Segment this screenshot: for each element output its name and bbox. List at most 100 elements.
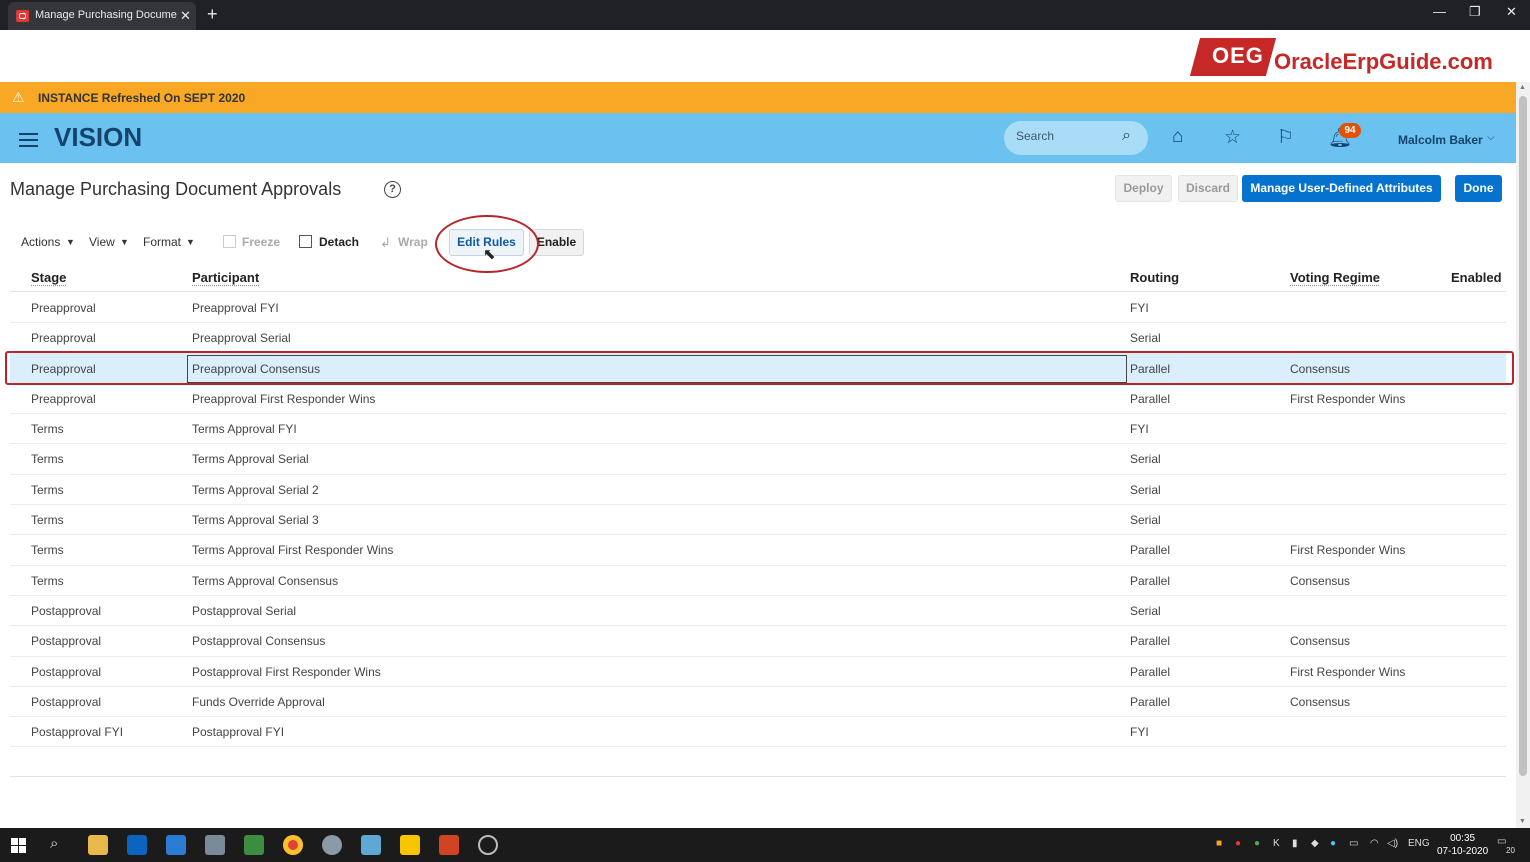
table-row[interactable]: Terms Terms Approval Consensus Parallel Con… — [10, 566, 1506, 596]
tray-shield-icon[interactable]: ■ — [1216, 838, 1222, 849]
column-header-enabled[interactable]: Enabled — [1451, 270, 1502, 285]
detach-button[interactable]: Detach — [319, 235, 359, 249]
cell-routing: Parallel — [1130, 634, 1171, 649]
restore-button[interactable]: ❐ — [1469, 4, 1481, 20]
column-header-participant[interactable]: Participant — [192, 270, 259, 285]
language-indicator[interactable]: ENG — [1408, 838, 1430, 849]
search-icon[interactable]: ⌕ — [1122, 127, 1131, 145]
table-row[interactable]: Postapproval Postapproval Consensus Parall… — [10, 626, 1506, 657]
mail-icon[interactable] — [166, 835, 186, 855]
done-button[interactable]: Done — [1455, 175, 1502, 202]
cell-participant: Terms Approval Serial 2 — [192, 482, 319, 497]
powerpoint-icon[interactable] — [439, 835, 459, 855]
scroll-up-icon[interactable]: ▲ — [1519, 84, 1526, 91]
cell-stage: Terms — [31, 573, 64, 588]
watchlist-flag-icon[interactable]: ⚐ — [1277, 126, 1294, 149]
table-row[interactable]: Terms Terms Approval Serial 3 Serial — [10, 505, 1506, 536]
chevron-down-icon[interactable]: ⌵ — [1487, 132, 1495, 143]
clock-app-icon[interactable] — [478, 835, 498, 855]
cell-routing: Parallel — [1130, 664, 1171, 679]
cell-participant: Preapproval First Responder Wins — [192, 391, 376, 406]
table-row[interactable]: Postapproval Postapproval Serial Serial — [10, 596, 1506, 627]
favorites-star-icon[interactable]: ☆ — [1224, 126, 1241, 149]
tray-mic-icon[interactable]: ▮ — [1292, 838, 1298, 849]
oracle-favicon-icon — [16, 10, 29, 22]
tray-app-icon[interactable]: ● — [1330, 838, 1336, 849]
table-footer-divider — [10, 776, 1506, 777]
caret-down-icon[interactable]: ▼ — [66, 237, 75, 247]
scroll-down-icon[interactable]: ▼ — [1519, 818, 1526, 825]
search-input[interactable] — [1016, 129, 1116, 143]
search-icon[interactable]: ⌕ — [50, 835, 58, 852]
app-icon[interactable] — [361, 835, 381, 855]
system-clock[interactable]: 00:35 07-10-2020 — [1437, 832, 1488, 858]
browser-tab[interactable]: Manage Purchasing Document A ✕ — [8, 2, 196, 30]
table-row[interactable]: Postapproval Funds Override Approval Paral… — [10, 687, 1506, 718]
instance-notice-bar: ⚠ INSTANCE Refreshed On SEPT 2020 — [0, 82, 1516, 113]
caret-down-icon[interactable]: ▼ — [186, 237, 195, 247]
tab-close-icon[interactable]: ✕ — [180, 8, 191, 24]
brand-logo[interactable]: VISION — [54, 122, 142, 153]
manage-user-defined-attributes-button[interactable]: Manage User-Defined Attributes — [1242, 175, 1441, 202]
tray-app-icon[interactable]: K — [1273, 838, 1280, 849]
snipping-tool-icon[interactable] — [322, 835, 342, 855]
minimize-button[interactable]: — — [1433, 4, 1446, 19]
actions-menu[interactable]: Actions — [21, 235, 60, 249]
table-row[interactable]: Terms Terms Approval Serial 2 Serial — [10, 475, 1506, 506]
cell-stage: Preapproval — [31, 391, 96, 406]
freeze-button[interactable]: Freeze — [242, 235, 280, 249]
sticky-notes-icon[interactable] — [400, 835, 420, 855]
chrome-icon[interactable] — [283, 835, 303, 855]
notepad-icon[interactable] — [244, 835, 264, 855]
table-row[interactable]: Terms Terms Approval First Responder Wins… — [10, 535, 1506, 566]
table-row[interactable]: Preapproval Preapproval First Responder W… — [10, 384, 1506, 415]
view-menu[interactable]: View — [89, 235, 115, 249]
new-tab-button[interactable]: + — [207, 4, 218, 25]
cell-routing: Serial — [1130, 482, 1161, 497]
help-icon[interactable]: ? — [384, 181, 401, 198]
cell-voting-regime: Consensus — [1290, 634, 1351, 649]
action-center-count: 20 — [1506, 846, 1515, 855]
tray-app-icon[interactable]: ● — [1235, 838, 1241, 849]
table-row[interactable]: Terms Terms Approval Serial Serial — [10, 444, 1506, 475]
cell-participant: Terms Approval Serial — [192, 452, 309, 467]
menu-icon[interactable] — [19, 133, 38, 147]
outlook-icon[interactable] — [127, 835, 147, 855]
wrap-icon: ↲ — [380, 235, 391, 250]
table-row[interactable]: Preapproval Preapproval Serial Serial — [10, 323, 1506, 354]
wifi-icon[interactable]: ◠ — [1370, 838, 1379, 849]
user-menu[interactable]: Malcolm Baker — [1398, 133, 1483, 147]
cell-routing: Parallel — [1130, 543, 1171, 558]
file-explorer-icon[interactable] — [88, 835, 108, 855]
page-title: Manage Purchasing Document Approvals — [10, 179, 342, 199]
format-menu[interactable]: Format — [143, 235, 181, 249]
caret-down-icon[interactable]: ▼ — [120, 237, 129, 247]
tray-display-icon[interactable]: ▭ — [1349, 838, 1358, 849]
column-header-routing[interactable]: Routing — [1130, 270, 1179, 285]
table-row[interactable]: Postapproval FYI Postapproval FYI FYI — [10, 717, 1506, 748]
app-icon[interactable] — [205, 835, 225, 855]
cell-stage: Postapproval — [31, 694, 102, 709]
tray-chrome-icon[interactable]: ● — [1254, 838, 1260, 849]
scrollbar-thumb[interactable] — [1519, 96, 1527, 776]
home-icon[interactable]: ⌂ — [1172, 126, 1183, 148]
table-row[interactable]: Preapproval Preapproval FYI FYI — [10, 293, 1506, 324]
volume-icon[interactable]: ◁) — [1387, 838, 1398, 849]
column-header-stage[interactable]: Stage — [31, 270, 66, 285]
deploy-button[interactable]: Deploy — [1115, 175, 1172, 202]
cell-stage: Terms — [31, 543, 64, 558]
search-box[interactable]: ⌕ — [1004, 121, 1148, 155]
discard-button[interactable]: Discard — [1178, 175, 1238, 202]
table-row[interactable]: Terms Terms Approval FYI FYI — [10, 414, 1506, 445]
table-row[interactable]: Postapproval Postapproval First Responder… — [10, 657, 1506, 687]
tray-network-share-icon[interactable]: ◆ — [1311, 838, 1319, 849]
cell-voting-regime: First Responder Wins — [1290, 543, 1406, 558]
wrap-button[interactable]: Wrap — [398, 235, 428, 249]
cell-routing: Parallel — [1130, 694, 1171, 709]
cell-voting-regime: First Responder Wins — [1290, 664, 1406, 679]
column-header-voting-regime[interactable]: Voting Regime — [1290, 270, 1380, 285]
windows-start-icon[interactable] — [11, 838, 26, 853]
vertical-scrollbar[interactable]: ▲ ▼ — [1516, 82, 1530, 828]
detach-icon — [299, 235, 312, 248]
close-window-button[interactable]: ✕ — [1506, 4, 1517, 20]
